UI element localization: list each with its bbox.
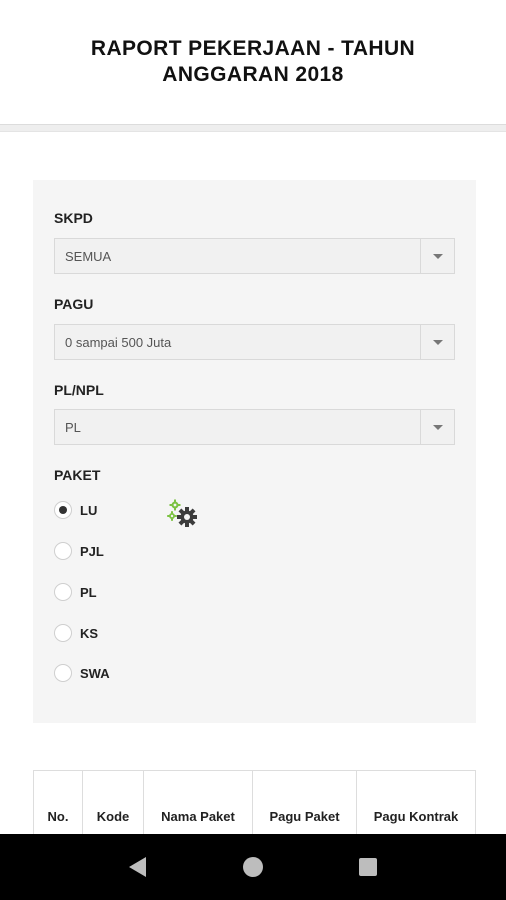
chevron-down-icon (432, 424, 443, 430)
radio-label-ks: KS (80, 625, 99, 641)
pagu-select[interactable]: 0 sampai 500 Juta (54, 324, 455, 360)
app-header: RAPORT PEKERJAAN - TAHUN ANGGARAN 2018 (0, 0, 506, 124)
plnpl-select[interactable]: PL (54, 409, 455, 445)
column-header-nama-paket: Nama Paket (144, 771, 253, 834)
column-header-pagu-kontrak: Pagu Kontrak (373, 809, 459, 824)
chevron-down-icon (432, 339, 443, 345)
pagu-dropdown-toggle[interactable] (420, 325, 454, 359)
radio-option-pl[interactable]: PL (54, 581, 97, 603)
back-triangle-icon (128, 857, 146, 877)
column-header-no: No. (34, 771, 83, 834)
pagu-label: PAGU (54, 296, 94, 312)
radio-label-pjl: PJL (80, 543, 104, 559)
gears-icon (167, 499, 197, 527)
radio-option-lu[interactable]: LU (54, 499, 97, 521)
radio-option-pjl[interactable]: PJL (54, 540, 104, 562)
radio-label-lu: LU (80, 502, 98, 518)
radio-button-swa[interactable] (54, 664, 72, 682)
home-circle-icon (242, 857, 263, 877)
nav-home-button[interactable] (233, 847, 273, 887)
pagu-select-value: 0 sampai 500 Juta (65, 334, 172, 350)
page-title: RAPORT PEKERJAAN - TAHUN ANGGARAN 2018 (90, 37, 416, 86)
chevron-down-icon (432, 253, 443, 259)
radio-option-swa[interactable]: SWA (54, 662, 110, 684)
plnpl-label: PL/NPL (54, 382, 104, 398)
skpd-select[interactable]: SEMUA (54, 238, 455, 274)
radio-button-ks[interactable] (54, 624, 72, 642)
filter-panel: SKPD SEMUA PAGU 0 sampai 500 Juta PL/NPL… (33, 180, 476, 723)
nav-recent-button[interactable] (348, 847, 388, 887)
skpd-label: SKPD (54, 210, 93, 226)
column-header-kode: Kode (83, 771, 144, 834)
recent-square-icon (359, 858, 378, 876)
paket-label: PAKET (54, 467, 101, 483)
plnpl-dropdown-toggle[interactable] (420, 410, 454, 444)
radio-selected-dot (59, 506, 67, 514)
report-table-header: No. Kode Nama Paket Pagu Paket Pagu Kont… (33, 770, 476, 834)
radio-button-lu[interactable] (54, 501, 72, 519)
radio-button-pl[interactable] (54, 583, 72, 601)
radio-option-ks[interactable]: KS (54, 622, 98, 644)
radio-label-pl: PL (80, 584, 97, 600)
header-divider (0, 124, 506, 132)
column-header-pagu-paket: Pagu Paket (253, 771, 357, 834)
plnpl-select-value: PL (65, 419, 81, 435)
radio-button-pjl[interactable] (54, 542, 72, 560)
nav-back-button[interactable] (118, 847, 158, 887)
skpd-dropdown-toggle[interactable] (420, 239, 454, 273)
radio-label-swa: SWA (80, 665, 110, 681)
system-navigation-bar (0, 834, 506, 900)
skpd-select-value: SEMUA (65, 248, 112, 264)
